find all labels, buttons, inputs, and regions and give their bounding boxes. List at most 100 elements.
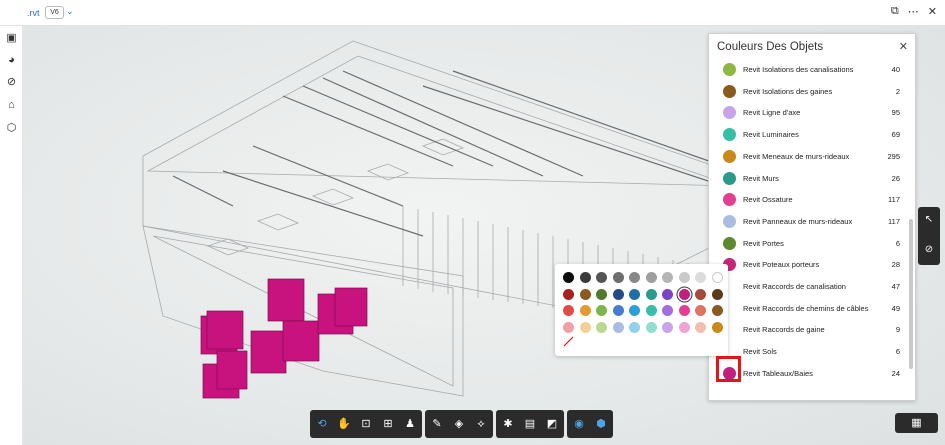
grid-icon[interactable]: ▦ [895, 413, 938, 433]
sheets-icon[interactable]: ▣ [5, 32, 18, 45]
palette-color-option[interactable] [711, 305, 723, 316]
select-cursor-icon[interactable]: ↖ [923, 214, 935, 226]
category-count: 117 [888, 216, 900, 226]
list-item[interactable]: Revit Poteaux porteurs 28 [709, 254, 909, 276]
list-item[interactable]: Revit Ligne d'axe 95 [709, 102, 909, 124]
issues-icon[interactable]: ⊘ [5, 76, 18, 89]
category-count: 26 [891, 173, 900, 183]
close-icon[interactable]: ✕ [899, 40, 908, 53]
panel-title: Couleurs Des Objets [717, 41, 824, 53]
model-browser-icon[interactable]: ◕ [5, 54, 18, 67]
list-item[interactable]: Revit Isolations des gaines 2 [709, 81, 909, 103]
palette-color-option[interactable] [596, 321, 607, 333]
palette-color-option[interactable] [662, 272, 673, 283]
panel-scrollbar[interactable] [909, 219, 913, 369]
palette-color-option[interactable] [645, 305, 657, 316]
no-color-icon[interactable] [563, 336, 574, 347]
list-item[interactable]: Revit Ossature 117 [709, 189, 909, 211]
pan-hand-icon[interactable]: ✋ [337, 417, 351, 431]
palette-color-option[interactable] [678, 305, 690, 316]
cube-icon[interactable]: ⬡ [5, 122, 18, 135]
model-icon[interactable]: ⬢ [594, 417, 608, 431]
close-icon[interactable]: ✕ [928, 5, 937, 18]
palette-color-option[interactable] [695, 288, 706, 300]
palette-color-option[interactable] [596, 272, 607, 283]
palette-color-option[interactable] [678, 321, 690, 333]
palette-color-option[interactable] [695, 321, 706, 333]
display-tools: ◉ ⬢ [567, 410, 613, 438]
palette-color-option[interactable] [695, 272, 706, 283]
list-item[interactable]: Revit Luminaires 69 [709, 124, 909, 146]
visibility-eye-icon[interactable]: ◉ [572, 417, 586, 431]
color-swatch[interactable] [723, 193, 736, 207]
palette-color-option[interactable] [645, 321, 657, 333]
palette-color-option[interactable] [678, 272, 690, 283]
document-browser-icon[interactable]: ▤ [523, 417, 537, 431]
color-swatch[interactable] [723, 149, 736, 163]
palette-color-option[interactable] [629, 305, 640, 316]
palette-color-option[interactable] [579, 288, 591, 300]
color-swatch[interactable] [723, 84, 736, 98]
markup-check-icon[interactable]: ⊘ [923, 244, 935, 256]
palette-color-option[interactable] [579, 305, 591, 316]
palette-color-option[interactable] [645, 288, 657, 300]
more-icon[interactable]: ⋯ [908, 5, 919, 18]
palette-color-option[interactable] [662, 288, 673, 300]
palette-color-option[interactable] [711, 321, 723, 333]
palette-color-option[interactable] [662, 305, 673, 316]
list-item[interactable]: Revit Isolations des canalisations 40 [709, 59, 909, 81]
palette-color-option[interactable] [612, 305, 624, 316]
zoom-window-icon[interactable]: ⊞ [381, 417, 395, 431]
list-item[interactable]: Revit Portes 6 [709, 233, 909, 255]
list-item[interactable]: Revit Raccords de gaine 9 [709, 319, 909, 341]
color-swatch[interactable] [723, 236, 736, 250]
palette-color-option[interactable] [678, 288, 690, 300]
color-swatch[interactable] [723, 171, 736, 185]
compare-icon[interactable]: ⧉ [891, 5, 899, 18]
color-swatch[interactable] [723, 63, 736, 76]
palette-color-option[interactable] [711, 272, 723, 283]
color-swatch[interactable] [723, 214, 736, 228]
settings-icon[interactable]: ✱ [501, 417, 515, 431]
palette-color-option[interactable] [612, 288, 624, 300]
palette-color-option[interactable] [596, 305, 607, 316]
palette-color-option[interactable] [629, 272, 640, 283]
color-swatch[interactable] [723, 106, 736, 120]
measure-icon[interactable]: ✎ [430, 417, 444, 431]
explode-icon[interactable]: ⟡ [474, 417, 488, 431]
palette-color-option[interactable] [612, 272, 624, 283]
version-badge[interactable]: V6 [45, 6, 64, 19]
chevron-down-icon[interactable]: ⌄ [66, 6, 74, 17]
fit-view-icon[interactable]: ⊡ [359, 417, 373, 431]
palette-color-option[interactable] [579, 272, 591, 283]
palette-color-option[interactable] [563, 321, 574, 333]
palette-color-option[interactable] [695, 305, 706, 316]
list-item[interactable]: Revit Raccords de chemins de câbles 49 [709, 298, 909, 320]
list-item[interactable]: Revit Panneaux de murs-rideaux 117 [709, 211, 909, 233]
category-count: 95 [891, 108, 900, 118]
palette-color-option[interactable] [579, 321, 591, 333]
left-rail: ▣ ◕ ⊘ ⌂ ⬡ [0, 26, 23, 445]
palette-color-option[interactable] [711, 288, 723, 300]
bookmark-icon[interactable]: ⌂ [5, 99, 18, 112]
list-item[interactable]: Revit Raccords de canalisation 47 [709, 276, 909, 298]
palette-color-option[interactable] [563, 272, 574, 283]
analysis-tools: ✎ ◈ ⟡ [425, 410, 493, 438]
palette-color-option[interactable] [563, 288, 574, 300]
orbit-icon[interactable]: ⟲ [315, 417, 329, 431]
file-name[interactable]: .rvt [27, 8, 40, 18]
properties-icon[interactable]: ◩ [545, 417, 559, 431]
palette-color-option[interactable] [662, 321, 673, 333]
palette-color-option[interactable] [629, 288, 640, 300]
palette-color-option[interactable] [596, 288, 607, 300]
color-swatch[interactable] [723, 128, 736, 142]
palette-color-option[interactable] [645, 272, 657, 283]
category-count: 28 [891, 260, 900, 270]
palette-color-option[interactable] [629, 321, 640, 333]
list-item[interactable]: Revit Murs 26 [709, 168, 909, 190]
section-box-icon[interactable]: ◈ [452, 417, 466, 431]
walk-person-icon[interactable]: ♟ [403, 417, 417, 431]
palette-color-option[interactable] [563, 305, 574, 316]
list-item[interactable]: Revit Meneaux de murs-rideaux 295 [709, 146, 909, 168]
palette-color-option[interactable] [612, 321, 624, 333]
